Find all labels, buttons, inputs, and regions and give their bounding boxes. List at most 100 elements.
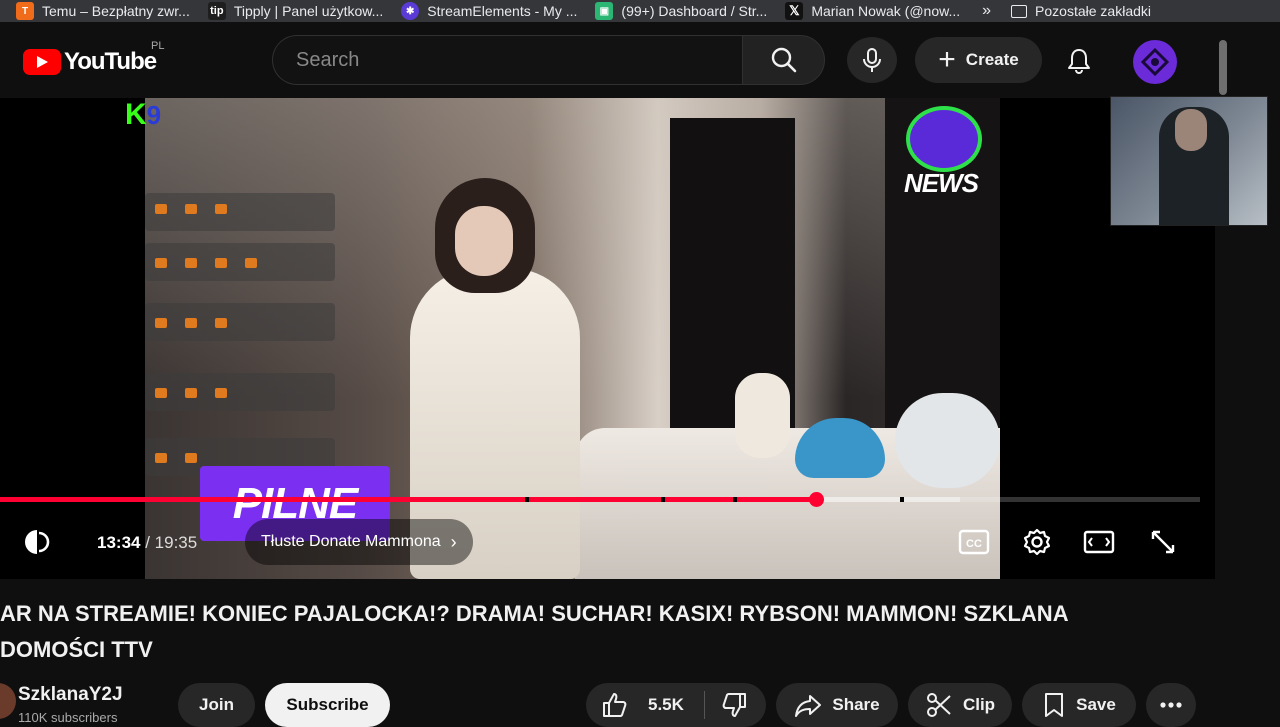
k9-logo-k: K [125, 98, 147, 131]
more-actions-button[interactable] [1146, 683, 1196, 727]
logo-text: YouTube [64, 48, 157, 75]
bookmark-temu[interactable]: T Temu – Bezpłatny zwr... [16, 2, 190, 20]
video-plush-bunny [735, 373, 790, 458]
search-input[interactable] [294, 48, 718, 73]
masthead: YouTube PL + Create [0, 22, 1215, 98]
folder-icon [1011, 4, 1028, 18]
account-avatar[interactable] [1133, 40, 1177, 84]
bookmark-dashboard[interactable]: ▣ (99+) Dashboard / Str... [595, 2, 767, 20]
volume-icon [25, 530, 50, 554]
fire-emote-icon [215, 258, 227, 268]
save-label: Save [1076, 695, 1116, 714]
chevron-right-icon: › [450, 531, 457, 552]
news-logo-text: NEWS [904, 168, 979, 198]
chat-message [145, 373, 335, 411]
create-label: Create [965, 50, 1019, 69]
chapter-marker [900, 497, 904, 502]
scrollbar-thumb[interactable] [1219, 40, 1227, 95]
fire-emote-icon [185, 318, 197, 328]
chat-message [145, 303, 335, 341]
thumbs-down-icon [722, 693, 746, 717]
fire-emote-icon [215, 204, 227, 214]
bookmark-streamelements[interactable]: ✱ StreamElements - My ... [401, 2, 577, 20]
fire-emote-icon [155, 258, 167, 268]
share-label: Share [832, 695, 880, 714]
microphone-icon [863, 48, 881, 72]
youtube-logo[interactable]: YouTube [23, 48, 157, 76]
chapter-title: Tłuste Donate Mammona [261, 533, 441, 550]
tipply-icon: tip [207, 2, 226, 20]
temu-icon: T [16, 2, 34, 20]
chapter-button[interactable]: Tłuste Donate Mammona › [245, 519, 473, 565]
x-icon: 𝕏 [785, 2, 804, 20]
fire-emote-icon [185, 258, 197, 268]
search-box [272, 35, 742, 85]
progress-played [0, 497, 816, 502]
webcam-face [1175, 109, 1207, 151]
fire-emote-icon [155, 388, 167, 398]
country-code: PL [151, 40, 165, 52]
streamelements-icon: ✱ [401, 2, 420, 20]
bookmark-icon [1045, 693, 1064, 717]
volume-button[interactable] [20, 524, 56, 560]
voice-search-button[interactable] [847, 37, 897, 83]
bookmark-label: Pozostałe zakładki [1035, 3, 1151, 19]
chapter-marker [661, 497, 665, 502]
channel-avatar[interactable] [0, 683, 16, 719]
fullscreen-button[interactable] [1144, 524, 1182, 560]
progress-bar[interactable] [0, 492, 1200, 507]
clip-button[interactable]: Clip [908, 683, 1012, 727]
bookmark-x[interactable]: 𝕏 Marian Nowak (@now... [785, 2, 960, 20]
video-title: AR NA STREAMIE! KONIEC PAJALOCKA!? DRAMA… [0, 596, 1215, 668]
fire-emote-icon [185, 388, 197, 398]
settings-button[interactable] [1018, 524, 1056, 560]
video-player[interactable]: K9 NEWS PILNE [0, 98, 1215, 579]
bookmarks-bar: T Temu – Bezpłatny zwr... tip Tipply | P… [0, 0, 1280, 22]
bookmark-label: Temu – Bezpłatny zwr... [42, 3, 190, 19]
bookmark-tipply[interactable]: tip Tipply | Panel użytkow... [207, 2, 383, 20]
svg-text:CC: CC [966, 538, 982, 550]
search-button[interactable] [742, 35, 825, 85]
streamer-face [455, 206, 513, 276]
fire-emote-icon [245, 258, 257, 268]
theater-mode-button[interactable] [1080, 524, 1118, 560]
like-count: 5.5K [648, 695, 684, 714]
fire-emote-icon [155, 318, 167, 328]
bookmark-label: StreamElements - My ... [427, 3, 578, 19]
subscribe-label: Subscribe [286, 695, 369, 714]
share-icon [795, 695, 822, 717]
more-horizontal-icon [1160, 702, 1182, 708]
save-button[interactable]: Save [1022, 683, 1136, 727]
join-label: Join [199, 695, 234, 714]
progress-scrubber[interactable] [809, 492, 824, 507]
closed-captions-icon: CC [958, 529, 990, 555]
time-display: 13:34 / 19:35 [97, 533, 197, 553]
join-button[interactable]: Join [178, 683, 255, 727]
scissors-icon [926, 693, 951, 717]
subscribe-button[interactable]: Subscribe [265, 683, 390, 727]
clip-label: Clip [962, 695, 996, 714]
video-plush-white [895, 393, 1000, 488]
fire-emote-icon [155, 453, 167, 463]
chapter-marker [733, 497, 737, 502]
fire-emote-icon [215, 388, 227, 398]
k9-channel-logo: K9 [125, 98, 161, 132]
thumbs-up-icon [603, 693, 627, 717]
share-button[interactable]: Share [776, 683, 898, 727]
bookmark-label: (99+) Dashboard / Str... [621, 3, 768, 19]
create-button[interactable]: + Create [915, 37, 1042, 83]
notifications-button[interactable] [1058, 40, 1100, 82]
subtitles-button[interactable]: CC [955, 524, 993, 560]
video-title-line: AR NA STREAMIE! KONIEC PAJALOCKA!? DRAMA… [0, 601, 1069, 626]
bell-icon [1068, 49, 1090, 74]
fire-emote-icon [215, 318, 227, 328]
bookmark-other-folder[interactable]: Pozostałe zakładki [1011, 3, 1151, 19]
gear-icon [1023, 528, 1051, 556]
channel-name[interactable]: SzklanaY2J [18, 684, 123, 706]
video-plush-blue [795, 418, 885, 478]
double-chevron-icon[interactable]: » [982, 2, 991, 20]
dislike-button[interactable] [705, 691, 759, 719]
current-time: 13:34 [97, 533, 141, 552]
fire-emote-icon [185, 204, 197, 214]
like-button[interactable]: 5.5K [586, 691, 684, 719]
